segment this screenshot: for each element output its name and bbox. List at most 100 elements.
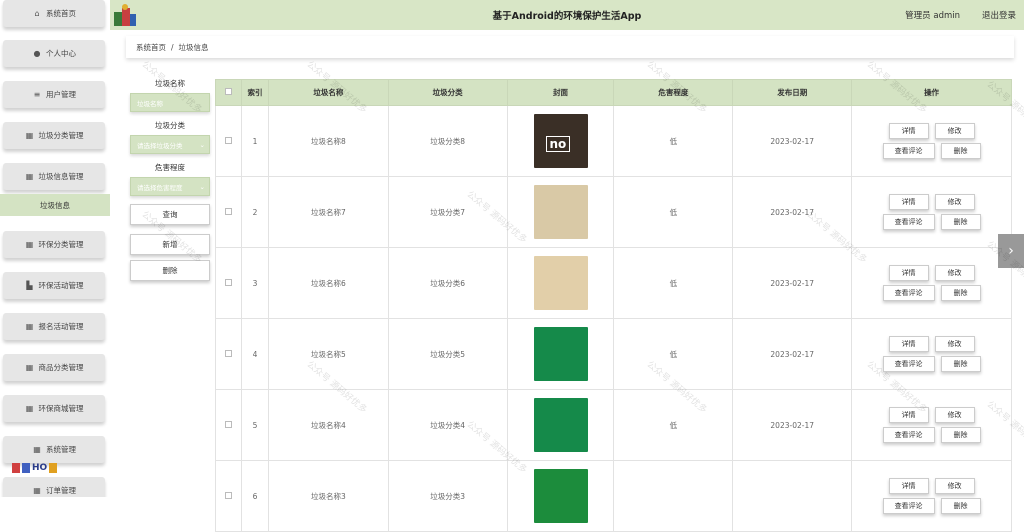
sidebar-item-users[interactable]: ≡ 用户管理 xyxy=(3,81,105,108)
row-delete-button[interactable]: 删除 xyxy=(940,143,981,159)
breadcrumb-home[interactable]: 系统首页 xyxy=(136,42,166,53)
header-index: 索引 xyxy=(240,79,269,106)
detail-button[interactable]: 详情 xyxy=(888,265,929,281)
sidebar-item-system[interactable]: ▦ 系统管理 xyxy=(3,436,105,463)
row-date xyxy=(732,460,853,532)
sidebar-item-garbage-info-manage[interactable]: ▦ 垃圾信息管理 xyxy=(3,163,105,190)
edit-button[interactable]: 修改 xyxy=(934,478,975,494)
row-checkbox[interactable] xyxy=(215,105,242,177)
row-index: 6 xyxy=(240,460,269,532)
row-index: 5 xyxy=(240,389,269,461)
edit-button[interactable]: 修改 xyxy=(934,407,975,423)
row-date: 2023-02-17 xyxy=(732,389,853,461)
edit-button[interactable]: 修改 xyxy=(934,123,975,139)
row-delete-button[interactable]: 删除 xyxy=(940,498,981,514)
top-bar: 基于Android的环境保护生活App 管理员 admin 退出登录 xyxy=(110,0,1024,30)
person-icon: ● xyxy=(33,49,41,58)
row-delete-button[interactable]: 删除 xyxy=(940,214,981,230)
delete-button[interactable]: 删除 xyxy=(130,260,210,281)
logout-link[interactable]: 退出登录 xyxy=(982,9,1016,21)
row-harm: 低 xyxy=(613,247,734,319)
row-harm: 低 xyxy=(613,105,734,177)
view-comments-button[interactable]: 查看评论 xyxy=(882,498,935,514)
row-date: 2023-02-17 xyxy=(732,247,853,319)
detail-button[interactable]: 详情 xyxy=(888,478,929,494)
table-icon: ▦ xyxy=(25,322,34,331)
row-category: 垃圾分类4 xyxy=(387,389,508,461)
edit-button[interactable]: 修改 xyxy=(934,336,975,352)
sidebar-item-product-category[interactable]: ▦ 商品分类管理 xyxy=(3,354,105,381)
sidebar-item-profile[interactable]: ● 个人中心 xyxy=(3,40,105,67)
grid-icon: ▦ xyxy=(33,486,41,495)
grid-icon: ▦ xyxy=(25,131,34,140)
row-checkbox[interactable] xyxy=(215,176,242,248)
sidebar-item-eco-mall[interactable]: ▦ 环保商城管理 xyxy=(3,395,105,422)
header-harm: 危害程度 xyxy=(613,79,734,106)
breadcrumb: 系统首页 / 垃圾信息 xyxy=(126,36,1014,58)
view-comments-button[interactable]: 查看评论 xyxy=(882,427,935,443)
sidebar-item-garbage-category[interactable]: ▦ 垃圾分类管理 xyxy=(3,122,105,149)
row-name: 垃圾名称4 xyxy=(267,389,389,461)
edit-button[interactable]: 修改 xyxy=(934,194,975,210)
sidebar-item-orders[interactable]: ▦ 订单管理 xyxy=(3,477,105,497)
view-comments-button[interactable]: 查看评论 xyxy=(882,143,935,159)
chevron-down-icon: ⌄ xyxy=(199,140,205,149)
header-date: 发布日期 xyxy=(732,79,853,106)
row-name: 垃圾名称3 xyxy=(267,460,389,532)
grid-icon: ▦ xyxy=(25,404,34,413)
table-row: 2 垃圾名称7 垃圾分类7 低 2023-02-17 详情 修改 查看评论 删除 xyxy=(215,176,1012,248)
row-index: 1 xyxy=(240,105,269,177)
grid-icon: ▦ xyxy=(25,240,34,249)
query-button[interactable]: 查询 xyxy=(130,204,210,225)
view-comments-button[interactable]: 查看评论 xyxy=(882,214,935,230)
row-harm: 低 xyxy=(613,318,734,390)
row-checkbox[interactable] xyxy=(215,389,242,461)
detail-button[interactable]: 详情 xyxy=(888,194,929,210)
view-comments-button[interactable]: 查看评论 xyxy=(882,356,935,372)
detail-button[interactable]: 详情 xyxy=(888,407,929,423)
row-delete-button[interactable]: 删除 xyxy=(940,427,981,443)
sidebar-item-eco-activity[interactable]: ▙ 环保活动管理 xyxy=(3,272,105,299)
row-date: 2023-02-17 xyxy=(732,105,853,177)
row-name: 垃圾名称6 xyxy=(267,247,389,319)
sidebar-item-signup-activity[interactable]: ▦ 报名活动管理 xyxy=(3,313,105,340)
row-checkbox[interactable] xyxy=(215,318,242,390)
table-header-row: 索引 垃圾名称 垃圾分类 封面 危害程度 发布日期 操作 xyxy=(215,79,1012,106)
row-category: 垃圾分类7 xyxy=(387,176,508,248)
name-filter-input[interactable]: 垃圾名称 xyxy=(130,93,210,112)
category-filter-label: 垃圾分类 xyxy=(155,121,185,130)
row-checkbox[interactable] xyxy=(215,460,242,532)
filter-panel: 垃圾名称 垃圾名称 垃圾分类 请选择垃圾分类 ⌄ 危害程度 请选择危害程度 ⌄ 查询… xyxy=(130,78,214,281)
header-actions: 操作 xyxy=(851,79,1012,106)
category-filter-select[interactable]: 请选择垃圾分类 ⌄ xyxy=(130,135,210,154)
detail-button[interactable]: 详情 xyxy=(888,336,929,352)
cover-image xyxy=(533,398,588,452)
sidebar-item-eco-category[interactable]: ▦ 环保分类管理 xyxy=(3,231,105,258)
home-icon: ⌂ xyxy=(34,9,40,18)
header-cover: 封面 xyxy=(506,79,615,106)
cover-image xyxy=(533,185,588,239)
harm-filter-select[interactable]: 请选择危害程度 ⌄ xyxy=(130,177,210,196)
row-name: 垃圾名称5 xyxy=(267,318,389,390)
row-name: 垃圾名称8 xyxy=(267,105,389,177)
row-checkbox[interactable] xyxy=(215,247,242,319)
cover-image: no xyxy=(533,114,588,168)
cover-image xyxy=(533,469,588,523)
detail-button[interactable]: 详情 xyxy=(888,123,929,139)
sidebar-item-home[interactable]: ⌂ 系统首页 xyxy=(3,0,105,27)
edit-button[interactable]: 修改 xyxy=(934,265,975,281)
grid-icon: ▦ xyxy=(33,445,41,454)
view-comments-button[interactable]: 查看评论 xyxy=(882,285,935,301)
select-all-checkbox[interactable] xyxy=(215,79,242,106)
header-name: 垃圾名称 xyxy=(267,79,389,106)
row-index: 4 xyxy=(240,318,269,390)
row-category: 垃圾分类5 xyxy=(387,318,508,390)
row-delete-button[interactable]: 删除 xyxy=(940,356,981,372)
row-index: 2 xyxy=(240,176,269,248)
row-delete-button[interactable]: 删除 xyxy=(940,285,981,301)
grid-icon: ▦ xyxy=(25,172,34,181)
sidebar-subitem-garbage-info[interactable]: 垃圾信息 xyxy=(0,194,110,216)
chevron-right-icon[interactable]: › xyxy=(998,234,1024,268)
add-button[interactable]: 新增 xyxy=(130,234,210,255)
row-harm: 低 xyxy=(613,389,734,461)
